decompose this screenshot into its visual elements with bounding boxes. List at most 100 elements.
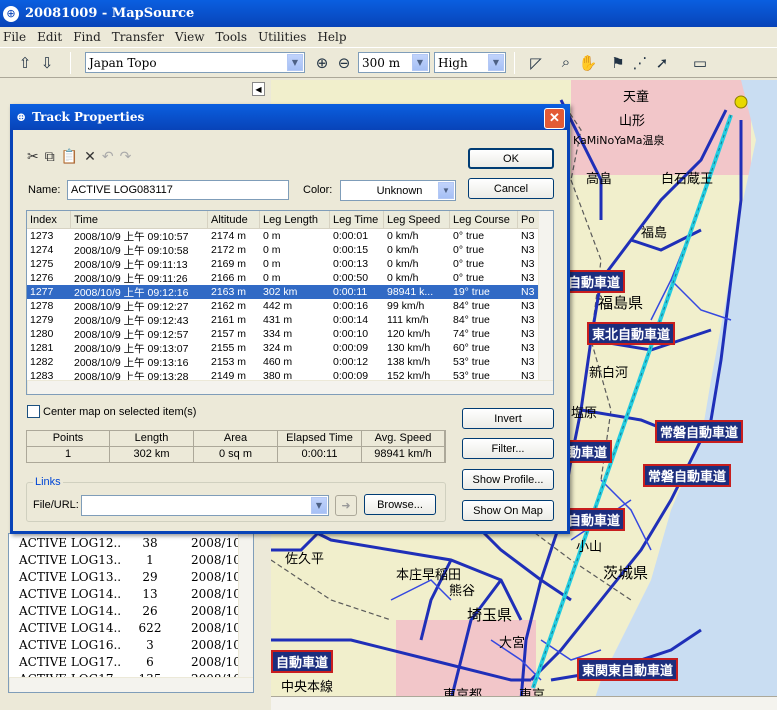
list-item[interactable]: ACTIVE LOG13... 29 2008/10/9 xyxy=(9,568,253,585)
close-icon[interactable]: ✕ xyxy=(544,108,565,129)
zoom-out-icon[interactable]: ⊖ xyxy=(333,52,355,74)
stats-value: 98941 km/h xyxy=(362,447,445,463)
collapse-panel-icon[interactable]: ◀ xyxy=(252,82,265,96)
table-cell: 1280 xyxy=(30,328,54,340)
ok-button[interactable]: OK xyxy=(468,148,554,169)
menu-transfer[interactable]: Transfer xyxy=(112,30,164,44)
menu-help[interactable]: Help xyxy=(317,30,346,44)
undo-icon[interactable]: ↶ xyxy=(102,148,114,165)
open-link-icon[interactable]: ➜ xyxy=(335,495,357,516)
stats-header: Length xyxy=(110,431,194,446)
map-label: 小山 xyxy=(576,540,603,555)
menu-tools[interactable]: Tools xyxy=(216,30,248,44)
highway-label: 自動車道 xyxy=(563,508,626,531)
route-tool-icon[interactable]: ⋰ xyxy=(629,52,651,74)
map-product-select[interactable]: Japan Topo ▼ xyxy=(85,52,305,73)
menu-edit[interactable]: Edit xyxy=(37,30,62,44)
column-header[interactable]: Leg Speed xyxy=(384,211,450,228)
map-horizontal-scrollbar[interactable] xyxy=(271,696,777,710)
filter-button[interactable]: Filter... xyxy=(462,438,554,459)
zoom-tool-icon[interactable]: ⌕ xyxy=(555,52,577,74)
selection-arrow-icon[interactable]: ➚ xyxy=(651,52,673,74)
table-row[interactable]: 1278 2008/10/9 上午 09:12:27 2162 m 442 m 0:00… xyxy=(27,299,553,313)
cut-icon[interactable]: ✂ xyxy=(27,148,39,165)
menu-find[interactable]: Find xyxy=(73,30,101,44)
map-select-tool-icon[interactable]: ◸ xyxy=(525,52,547,74)
browse-button[interactable]: Browse... xyxy=(364,494,436,515)
list-item[interactable]: ACTIVE LOG14... 13 2008/10/9 xyxy=(9,585,253,602)
menu-file[interactable]: File xyxy=(3,30,26,44)
table-cell: 2008/10/9 上午 09:10:57 xyxy=(74,230,189,243)
chevron-down-icon[interactable]: ▼ xyxy=(311,497,327,514)
table-horizontal-scrollbar[interactable] xyxy=(27,380,553,394)
receive-from-device-icon[interactable]: ⇧ xyxy=(14,52,36,74)
table-row[interactable]: 1277 2008/10/9 上午 09:12:16 2163 m 302 km 0:0… xyxy=(27,285,553,299)
center-map-option[interactable]: Center map on selected item(s) xyxy=(27,405,196,418)
edit-toolbar: ✂ ⧉ 📋 ✕ ↶ ↷ xyxy=(27,148,131,165)
waypoint-flag-icon[interactable]: ⚑ xyxy=(607,52,629,74)
color-select[interactable]: Unknown ▼ xyxy=(340,180,456,201)
column-header[interactable]: Time xyxy=(71,211,208,228)
list-item-count: 1 xyxy=(146,552,154,567)
chevron-down-icon[interactable]: ▼ xyxy=(488,54,504,71)
chevron-down-icon[interactable]: ▼ xyxy=(287,54,303,71)
file-url-input[interactable]: ▼ xyxy=(81,495,329,516)
table-row[interactable]: 1279 2008/10/9 上午 09:12:43 2161 m 431 m 0:00… xyxy=(27,313,553,327)
send-to-device-icon[interactable]: ⇩ xyxy=(36,52,58,74)
table-row[interactable]: 1276 2008/10/9 上午 09:11:26 2166 m 0 m 0:00:5… xyxy=(27,271,553,285)
table-row[interactable]: 1273 2008/10/9 上午 09:10:57 2174 m 0 m 0:00:0… xyxy=(27,229,553,243)
column-header[interactable]: Altitude xyxy=(208,211,260,228)
delete-icon[interactable]: ✕ xyxy=(84,148,96,165)
table-cell: 74° true xyxy=(453,328,490,340)
column-header[interactable]: Leg Time xyxy=(330,211,384,228)
track-statistics: Points Length Area Elapsed Time Avg. Speed 1… xyxy=(26,430,446,463)
list-item[interactable]: ACTIVE LOG14... 622 2008/10/9 xyxy=(9,619,253,636)
name-label: Name: xyxy=(28,184,61,196)
column-header[interactable]: Leg Course xyxy=(450,211,518,228)
list-item[interactable]: ACTIVE LOG14... 26 2008/10/9 xyxy=(9,602,253,619)
table-row[interactable]: 1275 2008/10/9 上午 09:11:13 2169 m 0 m 0:00:1… xyxy=(27,257,553,271)
table-cell: 2008/10/9 上午 09:10:58 xyxy=(74,244,189,257)
menu-utilities[interactable]: Utilities xyxy=(258,30,306,44)
chevron-down-icon[interactable]: ▼ xyxy=(438,182,454,199)
column-header[interactable]: Index xyxy=(27,211,71,228)
list-item[interactable]: ACTIVE LOG17... 6 2008/10/9 xyxy=(9,653,253,670)
list-item[interactable]: ACTIVE LOG16... 3 2008/10/9 xyxy=(9,636,253,653)
list-item[interactable]: ACTIVE LOG13... 1 2008/10/9 xyxy=(9,551,253,568)
track-properties-dialog: ⊕ Track Properties ✕ ✂ ⧉ 📋 ✕ ↶ ↷ OK Canc… xyxy=(10,104,570,534)
menu-view[interactable]: View xyxy=(175,30,205,44)
paste-icon[interactable]: 📋 xyxy=(61,148,78,165)
mapsource-app-icon: ⊕ xyxy=(3,5,19,22)
center-map-checkbox[interactable] xyxy=(27,405,40,418)
cancel-button[interactable]: Cancel xyxy=(468,178,554,199)
stats-value: 302 km xyxy=(110,447,194,463)
track-name-input[interactable]: ACTIVE LOG083117 xyxy=(67,180,289,200)
table-cell: 1277 xyxy=(30,286,54,298)
list-horizontal-scrollbar[interactable] xyxy=(9,677,253,692)
zoom-scale-select[interactable]: 300 m ▼ xyxy=(358,52,430,73)
table-cell: 1276 xyxy=(30,272,54,284)
zoom-in-icon[interactable]: ⊕ xyxy=(311,52,333,74)
copy-icon[interactable]: ⧉ xyxy=(45,148,55,165)
chevron-down-icon[interactable]: ▼ xyxy=(412,54,428,71)
table-cell: 2008/10/9 上午 09:11:13 xyxy=(74,258,188,271)
show-profile-button[interactable]: Show Profile... xyxy=(462,469,554,490)
table-cell: 2008/10/9 上午 09:11:26 xyxy=(74,272,188,285)
table-row[interactable]: 1282 2008/10/9 上午 09:13:16 2153 m 460 m 0:00… xyxy=(27,355,553,369)
invert-button[interactable]: Invert xyxy=(462,408,554,429)
detail-select[interactable]: High ▼ xyxy=(434,52,506,73)
table-row[interactable]: 1280 2008/10/9 上午 09:12:57 2157 m 334 m 0:00… xyxy=(27,327,553,341)
measure-ruler-icon[interactable]: ▭ xyxy=(689,52,711,74)
show-on-map-button[interactable]: Show On Map xyxy=(462,500,554,521)
table-cell: 431 m xyxy=(263,314,293,326)
links-label: Links xyxy=(33,476,63,488)
column-header[interactable]: Leg Length xyxy=(260,211,330,228)
table-row[interactable]: 1281 2008/10/9 上午 09:13:07 2155 m 324 m 0:00… xyxy=(27,341,553,355)
table-cell: 1274 xyxy=(30,244,54,256)
hand-tool-icon[interactable]: ✋ xyxy=(577,52,599,74)
list-vertical-scrollbar[interactable] xyxy=(238,534,253,677)
table-vertical-scrollbar[interactable] xyxy=(538,211,553,381)
redo-icon[interactable]: ↷ xyxy=(120,148,132,165)
list-item[interactable]: ACTIVE LOG12... 38 2008/10/9 xyxy=(9,534,253,551)
table-row[interactable]: 1274 2008/10/9 上午 09:10:58 2172 m 0 m 0:00:1… xyxy=(27,243,553,257)
